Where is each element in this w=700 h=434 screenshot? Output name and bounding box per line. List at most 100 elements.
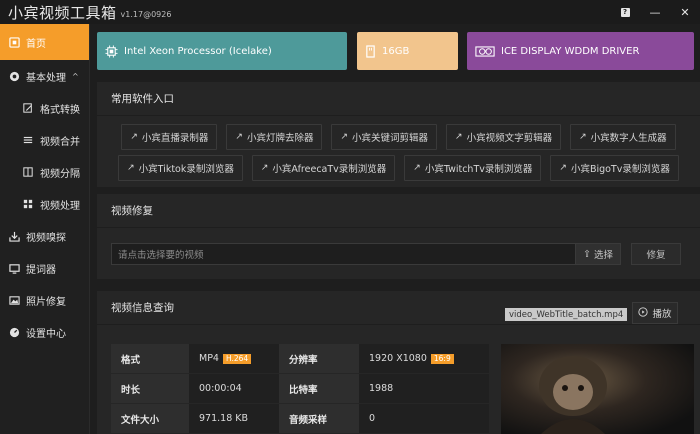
video-file-input[interactable]: 请点击选择要的视频 [111, 243, 578, 265]
memory-icon [365, 44, 376, 58]
software-row: ↗ 小宾直播录制器 ↗ 小宾灯牌去除器 ↗ 小宾关键词剪辑器 ↗ 小宾视频文字剪辑器 ↗… [97, 124, 700, 150]
sidebar-item-photo-repair[interactable]: 照片修复 [0, 284, 89, 316]
info-key: 音频采样 [279, 404, 359, 433]
ram-card: 16GB [357, 32, 458, 70]
sidebar-item-process[interactable]: 视频处理 [0, 188, 89, 220]
gpu-label: ICE DISPLAY WDDM DRIVER [501, 45, 640, 57]
choose-button[interactable]: ⇪ 选择 [575, 243, 621, 265]
panel-title: 视频修复 [97, 194, 700, 228]
chevron-up-icon: ^ [72, 71, 79, 81]
close-button[interactable]: ✕ [670, 0, 700, 24]
play-icon [638, 306, 649, 320]
sidebar-item-settings[interactable]: 设置中心 [0, 316, 89, 348]
codec-badge: H.264 [222, 353, 252, 364]
arrow-up-right-icon: ↗ [235, 132, 243, 142]
ratio-badge: 16:9 [430, 353, 454, 364]
play-button[interactable]: 播放 [632, 302, 678, 324]
video-thumbnail [501, 344, 694, 434]
arrow-up-right-icon: ↗ [340, 132, 349, 142]
software-link-button[interactable]: ↗ 小宾TwitchTv录制浏览器 [404, 155, 542, 181]
software-link-button[interactable]: ↗ 小宾Tiktok录制浏览器 [118, 155, 243, 181]
table-row: 格式 MP4 H.264 分辨率 1920 X1080 16:9 [111, 344, 489, 374]
info-value: 1988 [359, 374, 489, 403]
repair-button[interactable]: 修复 [631, 243, 681, 265]
info-key: 分辨率 [279, 344, 359, 373]
software-link-button[interactable]: ↗ 小宾BigoTv录制浏览器 [550, 155, 679, 181]
sidebar-item-sniff[interactable]: 视频嗅探 [0, 220, 89, 252]
gpu-card: ICE DISPLAY WDDM DRIVER [467, 32, 694, 70]
table-row: 文件大小 971.18 KB 音频采样 0 [111, 404, 489, 434]
sidebar-item-home[interactable]: 首页 [0, 24, 89, 60]
sidebar-item-label: 视频处理 [40, 200, 80, 212]
info-value: 971.18 KB [189, 404, 279, 433]
video-info-panel: 视频信息查询 video_WebTitle_batch.mp4 播放 格式 MP… [97, 291, 700, 434]
sidebar-item-merge[interactable]: 视频合并 [0, 124, 89, 156]
info-key: 文件大小 [111, 404, 189, 433]
sidebar-item-label: 基本处理 [26, 72, 66, 84]
help-icon: ? [620, 7, 630, 17]
info-key: 时长 [111, 374, 189, 403]
main-content: Intel Xeon Processor (Icelake) 16GB ICE … [91, 24, 700, 434]
sidebar-item-label: 提词器 [26, 264, 56, 276]
cpu-icon [105, 44, 118, 58]
gpu-icon [475, 45, 495, 58]
app-version: v1.17@0926 [120, 9, 172, 19]
sidebar-item-label: 视频嗅探 [26, 232, 66, 244]
panel-title: 常用软件入口 [97, 82, 700, 116]
cpu-label: Intel Xeon Processor (Icelake) [124, 45, 272, 57]
grid-icon [22, 198, 34, 210]
sidebar-item-label: 视频分隔 [40, 168, 80, 180]
arrow-up-right-icon: ↗ [260, 163, 269, 173]
monitor-icon [8, 262, 20, 274]
arrow-up-right-icon: ↗ [130, 132, 138, 142]
common-software-panel: 常用软件入口 ↗ 小宾直播录制器 ↗ 小宾灯牌去除器 ↗ 小宾关键词剪辑器 ↗ 小宾视频… [97, 82, 700, 187]
info-key: 比特率 [279, 374, 359, 403]
video-repair-panel: 视频修复 请点击选择要的视频 ⇪ 选择 修复 [97, 194, 700, 279]
split-icon [22, 166, 34, 178]
software-row: ↗ 小宾Tiktok录制浏览器 ↗ 小宾AfreecaTv录制浏览器 ↗ 小宾Twit… [97, 155, 700, 181]
gauge-icon [8, 326, 20, 338]
home-icon [8, 36, 20, 48]
software-link-button[interactable]: ↗ 小宾关键词剪辑器 [331, 124, 438, 150]
sidebar-item-label: 视频合并 [40, 136, 80, 148]
sidebar-item-prompter[interactable]: 提词器 [0, 252, 89, 284]
sidebar-item-split[interactable]: 视频分隔 [0, 156, 89, 188]
window-controls: ? — ✕ [610, 0, 700, 24]
title-bar: 小宾视频工具箱 v1.17@0926 ? — ✕ [0, 0, 700, 24]
video-info-table: 格式 MP4 H.264 分辨率 1920 X1080 16:9 时长 00:00:… [111, 344, 489, 434]
table-row: 时长 00:00:04 比特率 1988 [111, 374, 489, 404]
software-link-button[interactable]: ↗ 小宾直播录制器 [121, 124, 218, 150]
merge-icon [22, 134, 34, 146]
arrow-up-right-icon: ↗ [579, 132, 587, 142]
sidebar-item-basic[interactable]: 基本处理 ^ [0, 60, 89, 92]
upload-icon: ⇪ [583, 248, 591, 260]
sidebar-item-label: 格式转换 [40, 104, 80, 116]
filename-chip: video_WebTitle_batch.mp4 [505, 308, 628, 321]
software-link-button[interactable]: ↗ 小宾AfreecaTv录制浏览器 [251, 155, 396, 181]
sidebar-item-label: 设置中心 [26, 328, 66, 340]
minimize-button[interactable]: — [640, 0, 670, 24]
software-link-button[interactable]: ↗ 小宾视频文字剪辑器 [446, 124, 562, 150]
cpu-card: Intel Xeon Processor (Icelake) [97, 32, 347, 70]
settings-icon [8, 70, 20, 82]
info-value: 0 [359, 404, 489, 433]
sidebar-item-label: 首页 [26, 38, 46, 50]
software-link-button[interactable]: ↗ 小宾数字人生成器 [570, 124, 676, 150]
ram-label: 16GB [382, 45, 410, 57]
close-icon: ✕ [680, 5, 690, 19]
info-value: 00:00:04 [189, 374, 279, 403]
app-title: 小宾视频工具箱 [8, 3, 117, 22]
sidebar: 首页 基本处理 ^ 格式转换 视频合并 视频分隔 视频处理 视频嗅探 提词器 照… [0, 24, 90, 434]
arrow-up-right-icon: ↗ [413, 163, 421, 173]
sidebar-item-label: 照片修复 [26, 296, 66, 308]
info-value: MP4 H.264 [189, 344, 279, 373]
info-value: 1920 X1080 16:9 [359, 344, 489, 373]
edit-icon [22, 102, 34, 114]
download-icon [8, 230, 20, 242]
help-button[interactable]: ? [610, 0, 640, 24]
info-key: 格式 [111, 344, 189, 373]
software-link-button[interactable]: ↗ 小宾灯牌去除器 [226, 124, 323, 150]
minimize-icon: — [649, 5, 661, 19]
arrow-up-right-icon: ↗ [455, 132, 463, 142]
sidebar-item-format[interactable]: 格式转换 [0, 92, 89, 124]
